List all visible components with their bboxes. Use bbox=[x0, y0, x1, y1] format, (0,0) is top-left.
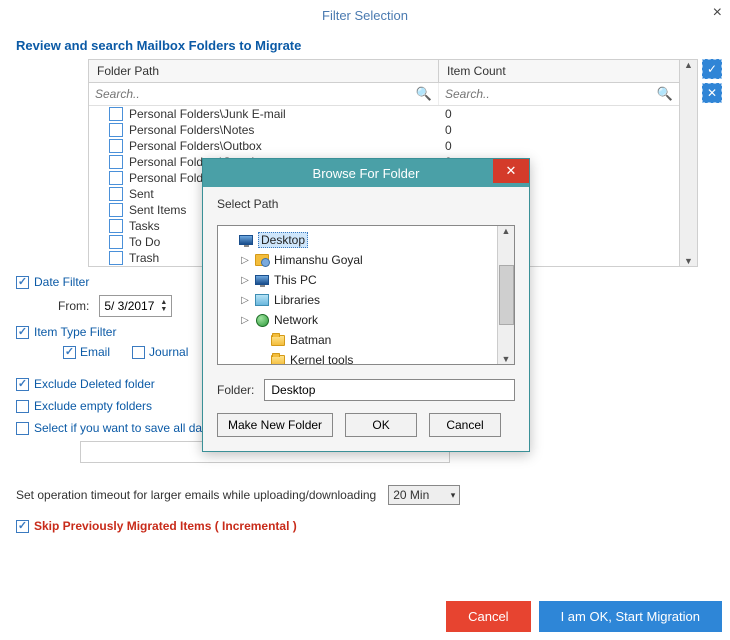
row-checkbox[interactable] bbox=[109, 203, 123, 217]
close-icon: ✕ bbox=[506, 163, 517, 179]
row-checkbox[interactable] bbox=[109, 123, 123, 137]
user-folder-icon bbox=[254, 253, 270, 267]
row-checkbox[interactable] bbox=[109, 251, 123, 265]
row-checkbox[interactable] bbox=[109, 235, 123, 249]
dialog-close-button[interactable]: ✕ bbox=[493, 159, 529, 183]
deselect-all-button[interactable]: ✕ bbox=[702, 83, 722, 103]
date-spinner-icon[interactable]: ▲▼ bbox=[160, 299, 167, 313]
search-item-count-input[interactable] bbox=[445, 85, 657, 103]
scroll-thumb[interactable] bbox=[499, 265, 514, 325]
checkbox-icon bbox=[63, 346, 76, 359]
grid-scrollbar[interactable]: ▲▼ bbox=[680, 59, 698, 267]
tree-scrollbar[interactable]: ▲ ▼ bbox=[497, 226, 514, 364]
tree-node-this-pc[interactable]: ▷ This PC bbox=[224, 270, 491, 290]
page-heading: Review and search Mailbox Folders to Mig… bbox=[16, 38, 722, 53]
expand-icon[interactable]: ▷ bbox=[240, 315, 250, 326]
close-icon[interactable]: × bbox=[713, 4, 722, 22]
checkbox-icon bbox=[16, 422, 29, 435]
row-checkbox[interactable] bbox=[109, 187, 123, 201]
libraries-icon bbox=[254, 293, 270, 307]
desktop-icon bbox=[238, 233, 254, 247]
folder-input[interactable] bbox=[264, 379, 515, 401]
checkbox-icon bbox=[16, 378, 29, 391]
folder-label: Folder: bbox=[217, 383, 254, 397]
make-new-folder-button[interactable]: Make New Folder bbox=[217, 413, 333, 437]
col-header-folder-path[interactable]: Folder Path bbox=[89, 60, 439, 82]
scroll-down-icon[interactable]: ▼ bbox=[502, 354, 511, 364]
timeout-select[interactable]: 20 Min ▾ bbox=[388, 485, 460, 505]
folder-icon bbox=[270, 353, 286, 364]
row-checkbox[interactable] bbox=[109, 139, 123, 153]
dialog-title-bar[interactable]: Browse For Folder ✕ bbox=[203, 159, 529, 187]
row-checkbox[interactable] bbox=[109, 219, 123, 233]
select-all-button[interactable]: ✓ bbox=[702, 59, 722, 79]
checkbox-icon bbox=[16, 400, 29, 413]
checkbox-icon bbox=[132, 346, 145, 359]
checkbox-icon bbox=[16, 520, 29, 533]
folder-icon bbox=[270, 333, 286, 347]
checkbox-icon bbox=[16, 276, 29, 289]
table-row[interactable]: Personal Folders\Notes0 bbox=[89, 122, 679, 138]
window-title: Filter Selection bbox=[322, 8, 408, 23]
row-checkbox[interactable] bbox=[109, 155, 123, 169]
dialog-title: Browse For Folder bbox=[313, 166, 420, 181]
cancel-button[interactable]: Cancel bbox=[446, 601, 530, 632]
tree-node-desktop[interactable]: Desktop bbox=[224, 230, 491, 250]
search-folder-path-input[interactable] bbox=[95, 85, 416, 103]
select-path-label: Select Path bbox=[217, 197, 515, 211]
network-icon bbox=[254, 313, 270, 327]
expand-icon[interactable]: ▷ bbox=[240, 255, 250, 266]
table-row[interactable]: Personal Folders\Outbox0 bbox=[89, 138, 679, 154]
expand-icon[interactable]: ▷ bbox=[240, 275, 250, 286]
tree-node-network[interactable]: ▷ Network bbox=[224, 310, 491, 330]
tree-node-user[interactable]: ▷ Himanshu Goyal bbox=[224, 250, 491, 270]
table-row[interactable]: Personal Folders\Junk E-mail0 bbox=[89, 106, 679, 122]
timeout-label: Set operation timeout for larger emails … bbox=[16, 488, 376, 502]
tree-node-libraries[interactable]: ▷ Libraries bbox=[224, 290, 491, 310]
ok-button[interactable]: OK bbox=[345, 413, 417, 437]
scroll-up-icon[interactable]: ▲ bbox=[502, 226, 511, 236]
browse-folder-dialog: Browse For Folder ✕ Select Path Desktop … bbox=[202, 158, 530, 452]
folder-tree[interactable]: Desktop ▷ Himanshu Goyal ▷ This PC ▷ Lib… bbox=[218, 226, 497, 364]
from-label: From: bbox=[58, 299, 89, 313]
computer-icon bbox=[254, 273, 270, 287]
search-icon[interactable]: 🔍 bbox=[416, 86, 432, 102]
skip-migrated-checkbox[interactable]: Skip Previously Migrated Items ( Increme… bbox=[16, 519, 722, 533]
dialog-cancel-button[interactable]: Cancel bbox=[429, 413, 501, 437]
tree-node-folder[interactable]: Kernel tools bbox=[224, 350, 491, 364]
from-date-input[interactable]: 5/ 3/2017 ▲▼ bbox=[99, 295, 172, 317]
search-icon[interactable]: 🔍 bbox=[657, 86, 673, 102]
expand-icon[interactable]: ▷ bbox=[240, 295, 250, 306]
journal-checkbox[interactable]: Journal bbox=[132, 345, 188, 359]
checkbox-icon bbox=[16, 326, 29, 339]
row-checkbox[interactable] bbox=[109, 107, 123, 121]
start-migration-button[interactable]: I am OK, Start Migration bbox=[539, 601, 722, 632]
email-checkbox[interactable]: Email bbox=[63, 345, 110, 359]
col-header-item-count[interactable]: Item Count bbox=[439, 60, 679, 82]
tree-node-folder[interactable]: Batman bbox=[224, 330, 491, 350]
row-checkbox[interactable] bbox=[109, 171, 123, 185]
title-bar: Filter Selection × bbox=[0, 0, 730, 30]
chevron-down-icon: ▾ bbox=[451, 490, 456, 501]
